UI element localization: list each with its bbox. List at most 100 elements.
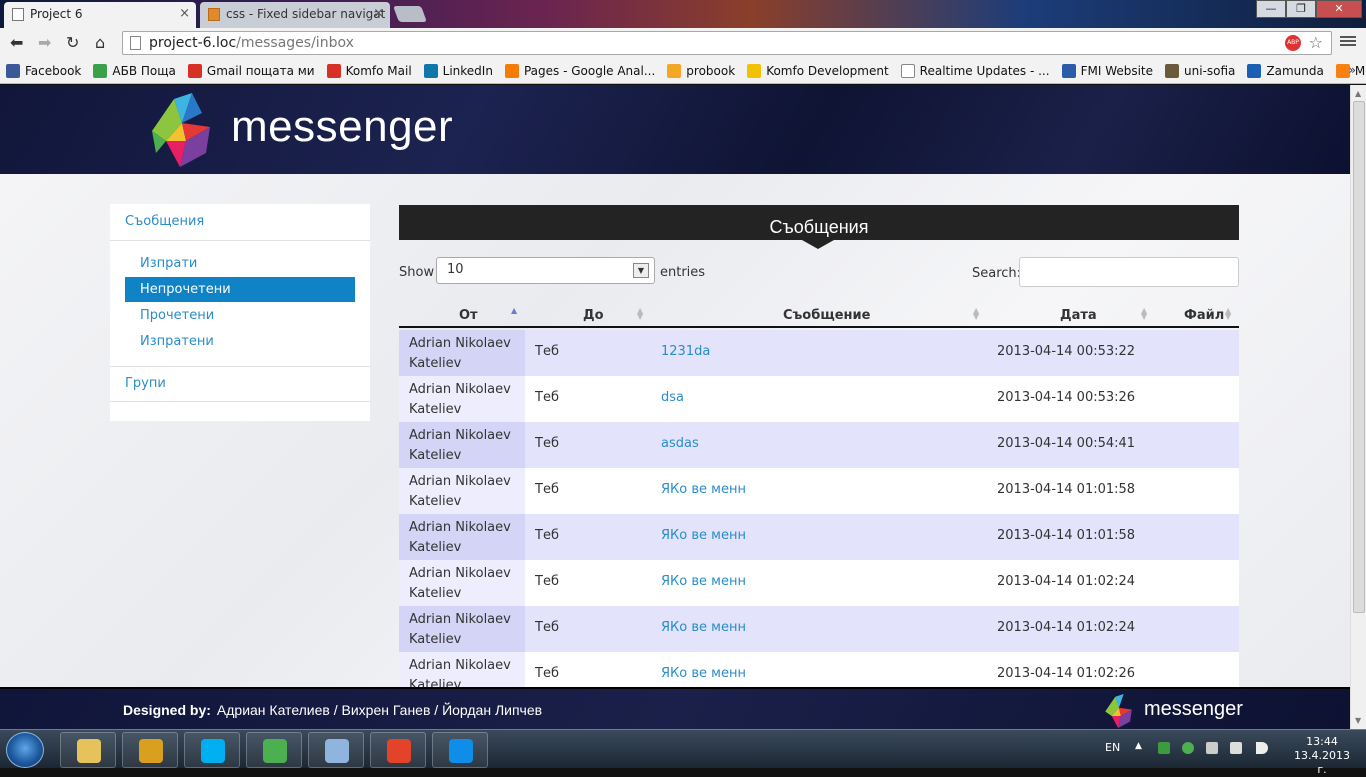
show-hidden-icons[interactable]: ▲ [1135,741,1142,751]
minimize-button[interactable]: — [1256,0,1286,18]
network-status-icon[interactable] [1158,742,1170,754]
scroll-up-icon[interactable]: ▲ [1355,89,1361,98]
table-row[interactable]: Adrian Nikolaev Kateliev Теб ЯКо ве менн 201… [399,560,1239,606]
cell-to: Теб [535,574,559,589]
messenger-logo-icon[interactable] [152,93,212,167]
clock-time: 13:44 [1306,735,1338,748]
designed-by: Designed by: Адриан Кателиев / Вихрен Ган… [123,702,542,718]
scrollbar-thumb[interactable] [1353,101,1365,613]
table-row[interactable]: Adrian Nikolaev Kateliev Теб dsa 2013-04-14 … [399,376,1239,422]
home-icon[interactable]: ⌂ [95,33,105,52]
taskbar-winamp-button[interactable] [122,732,178,768]
skype-tray-icon[interactable] [1182,742,1194,754]
bookmark-favicon-icon [423,63,438,78]
taskbar-virtualbox-button[interactable] [308,732,364,768]
language-indicator[interactable]: EN [1105,741,1120,754]
taskbar-teamviewer-button[interactable] [432,732,488,768]
bookmark-item[interactable]: Realtime Updates - ... [900,63,1050,78]
bookmark-item[interactable]: Komfo Development [747,63,889,78]
message-link[interactable]: asdas [661,436,699,451]
sort-icon[interactable]: ▲ ▼ [1225,307,1231,321]
column-header-file[interactable]: Файл [1184,308,1224,323]
bookmark-star-icon[interactable]: ☆ [1309,32,1323,54]
address-bar[interactable]: project-6.loc/messages/inbox ABP ☆ [122,31,1332,55]
column-header-date[interactable]: Дата [1060,308,1097,323]
bookmark-item[interactable]: FMI Website [1061,63,1153,78]
menu-icon[interactable] [1340,34,1356,50]
message-link[interactable]: dsa [661,390,684,405]
sender-second-line: Kateliev [409,540,462,555]
page-size-select[interactable]: 10 ▼ [436,257,655,284]
forward-icon[interactable]: ➡ [38,33,51,52]
chevron-down-icon[interactable]: ▼ [633,263,649,278]
column-header-to[interactable]: До [583,308,604,323]
message-link[interactable]: ЯКо ве менн [661,666,746,681]
adblock-icon[interactable]: ABP [1285,35,1301,51]
table-row[interactable]: Adrian Nikolaev Kateliev Теб ЯКо ве менн 201… [399,468,1239,514]
sidebar-item-read[interactable]: Прочетени [125,303,355,328]
tab-title: css - Fixed sidebar navigat [226,7,386,21]
bookmark-item[interactable]: probook [667,63,735,78]
url-path: /messages/inbox [236,35,354,51]
taskbar-chrome-button[interactable] [246,732,302,768]
sidebar-item-sent[interactable]: Изпратени [125,329,355,354]
table-row[interactable]: Adrian Nikolaev Kateliev Теб 1231da 2013-04-… [399,330,1239,376]
sidebar-heading-groups[interactable]: Групи [125,376,166,391]
message-link[interactable]: ЯКо ве менн [661,574,746,589]
signal-icon[interactable] [1206,742,1218,754]
vertical-scrollbar[interactable]: ▲ ▼ [1350,85,1366,729]
back-icon[interactable]: ⬅ [10,33,23,52]
site-logo-text[interactable]: messenger [231,102,453,152]
bookmark-favicon-icon [667,63,682,78]
taskbar-git-button[interactable] [370,732,426,768]
cell-from: Adrian Nikolaev Kateliev [399,422,525,468]
volume-icon[interactable] [1256,742,1268,754]
message-link[interactable]: 1231da [661,344,710,359]
sender-first-line: Adrian Nikolaev [409,428,511,443]
bookmark-item[interactable]: Pages - Google Anal... [504,63,655,78]
sort-asc-icon[interactable]: ▲ [511,307,517,315]
bookmark-item[interactable]: LinkedIn [423,63,493,78]
close-tab-icon[interactable]: × [179,2,190,26]
search-input[interactable] [1019,257,1239,287]
bookmark-item[interactable]: Facebook [6,63,81,78]
tab-css-fixed-sidebar[interactable]: css - Fixed sidebar navigat × [200,2,390,28]
designed-by-label: Designed by: [123,702,211,718]
page-icon [12,8,24,21]
bookmark-item[interactable]: Komfo Mail [326,63,412,78]
bookmarks-more-icon[interactable]: » [1349,63,1356,77]
bookmark-item[interactable]: Gmail пощата ми [187,63,315,78]
table-row[interactable]: Adrian Nikolaev Kateliev Теб asdas 2013-04-1… [399,422,1239,468]
bookmark-item[interactable]: uni-sofia [1165,63,1235,78]
close-window-button[interactable]: ✕ [1316,0,1362,18]
column-header-from[interactable]: От [459,308,478,323]
table-row[interactable]: Adrian Nikolaev Kateliev Теб ЯКо ве менн 201… [399,606,1239,652]
bookmark-item[interactable]: Zamunda [1247,63,1324,78]
cell-date: 2013-04-14 00:54:41 [997,436,1136,451]
cell-to: Теб [535,344,559,359]
sidebar-item-unread[interactable]: Непрочетени [125,277,355,302]
sort-icon[interactable]: ▲ ▼ [637,307,643,321]
message-link[interactable]: ЯКо ве менн [661,620,746,635]
new-tab-button[interactable] [393,6,427,22]
sort-icon[interactable]: ▲ ▼ [973,307,979,321]
power-icon[interactable] [1230,742,1242,754]
close-tab-icon[interactable]: × [373,2,384,26]
message-link[interactable]: ЯКо ве менн [661,482,746,497]
bookmark-item[interactable]: АБВ Поща [93,63,176,78]
tab-project-6[interactable]: Project 6 × [4,2,196,28]
maximize-button[interactable]: ❐ [1286,0,1316,18]
scroll-down-icon[interactable]: ▼ [1355,716,1361,725]
message-link[interactable]: ЯКо ве менн [661,528,746,543]
clock[interactable]: 13:44 13.4.2013 г. [1290,735,1354,777]
start-button[interactable] [6,732,44,768]
table-row[interactable]: Adrian Nikolaev Kateliev Теб ЯКо ве менн 201… [399,514,1239,560]
sidebar-heading-messages[interactable]: Съобщения [125,214,204,229]
column-header-message[interactable]: Съобщение [783,308,870,323]
reload-icon[interactable]: ↻ [66,33,79,52]
taskbar-explorer-button[interactable] [60,732,116,768]
sort-icon[interactable]: ▲ ▼ [1141,307,1147,321]
taskbar-skype-button[interactable] [184,732,240,768]
sidebar-item-send[interactable]: Изпрати [125,251,355,276]
bookmark-favicon-icon [6,63,20,78]
